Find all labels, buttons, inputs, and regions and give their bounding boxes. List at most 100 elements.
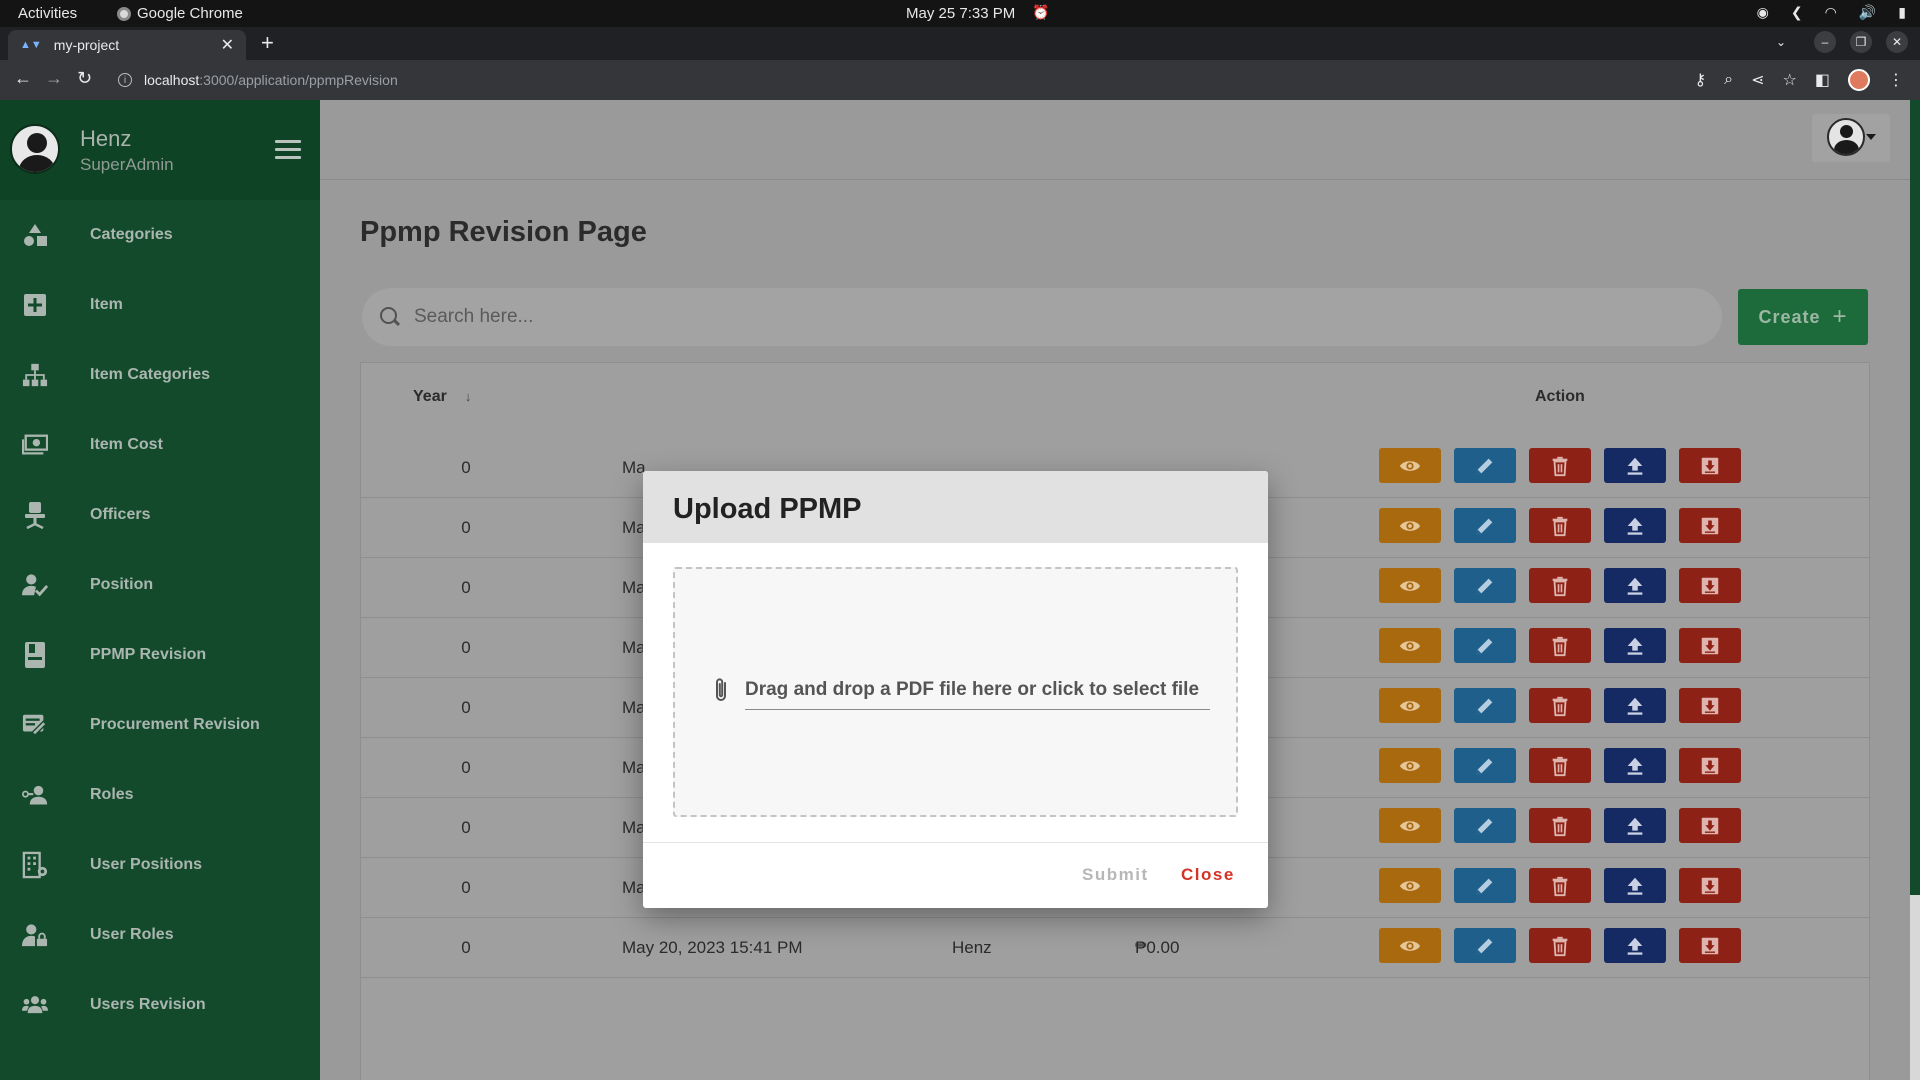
delete-button[interactable] xyxy=(1529,928,1591,963)
edit-button[interactable] xyxy=(1454,508,1516,543)
edit-button[interactable] xyxy=(1454,808,1516,843)
sidebar-item-user-positions[interactable]: User Positions xyxy=(0,830,320,900)
volume-icon[interactable]: 🔊 xyxy=(1859,4,1876,21)
column-header-year[interactable]: Year ↓ xyxy=(413,388,471,406)
edit-button[interactable] xyxy=(1454,568,1516,603)
view-button[interactable] xyxy=(1379,568,1441,603)
browser-tab[interactable]: ▲▼ my-project ✕ xyxy=(8,30,246,60)
key-icon[interactable]: ⚷ xyxy=(1694,70,1706,90)
upload-button[interactable] xyxy=(1604,448,1666,483)
download-button[interactable] xyxy=(1679,868,1741,903)
close-button[interactable]: Close xyxy=(1181,865,1235,885)
edit-button[interactable] xyxy=(1454,688,1516,723)
sidebar-item-officers[interactable]: Officers xyxy=(0,480,320,550)
upload-button[interactable] xyxy=(1604,688,1666,723)
delete-button[interactable] xyxy=(1529,748,1591,783)
view-button[interactable] xyxy=(1379,628,1441,663)
download-button[interactable] xyxy=(1679,508,1741,543)
upload-ppmp-modal: Upload PPMP Drag and drop a PDF file her… xyxy=(643,471,1268,908)
delete-button[interactable] xyxy=(1529,688,1591,723)
upload-button[interactable] xyxy=(1604,568,1666,603)
bookmark-star-icon[interactable]: ☆ xyxy=(1783,70,1797,90)
create-button[interactable]: Create + xyxy=(1738,289,1868,345)
edit-button[interactable] xyxy=(1454,748,1516,783)
upload-button[interactable] xyxy=(1604,748,1666,783)
more-menu-icon[interactable]: ⋮ xyxy=(1888,70,1904,90)
chevron-left-icon[interactable]: ❮ xyxy=(1791,4,1803,21)
tab-search-chevron-icon[interactable]: ⌄ xyxy=(1770,31,1792,53)
zoom-icon[interactable]: ⌕ xyxy=(1724,71,1733,89)
view-button[interactable] xyxy=(1379,808,1441,843)
sidebar-item-item-categories[interactable]: Item Categories xyxy=(0,340,320,410)
search-bar[interactable] xyxy=(362,288,1722,346)
download-button[interactable] xyxy=(1679,928,1741,963)
sidebar-item-users-revision[interactable]: Users Revision xyxy=(0,970,320,1040)
system-tray[interactable]: ◉ ❮ ◠ 🔊 ▮ xyxy=(1757,4,1906,21)
view-button[interactable] xyxy=(1379,508,1441,543)
delete-button[interactable] xyxy=(1529,508,1591,543)
battery-icon[interactable]: ▮ xyxy=(1898,4,1906,21)
upload-button[interactable] xyxy=(1604,808,1666,843)
delete-button[interactable] xyxy=(1529,808,1591,843)
submit-button[interactable]: Submit xyxy=(1082,865,1149,885)
profile-avatar[interactable] xyxy=(1848,69,1870,91)
activities-button[interactable]: Activities xyxy=(18,5,77,22)
address-bar[interactable]: i localhost:3000/application/ppmpRevisio… xyxy=(108,65,1668,95)
sidebar-item-item[interactable]: Item xyxy=(0,270,320,340)
view-button[interactable] xyxy=(1379,868,1441,903)
search-input[interactable] xyxy=(414,306,1694,328)
edit-button[interactable] xyxy=(1454,928,1516,963)
reload-icon[interactable]: ↻ xyxy=(77,68,92,89)
download-button[interactable] xyxy=(1679,448,1741,483)
sidebar-item-procurement-revision[interactable]: Procurement Revision xyxy=(0,690,320,760)
sidebar-item-item-cost[interactable]: Item Cost xyxy=(0,410,320,480)
upload-button[interactable] xyxy=(1604,628,1666,663)
delete-button[interactable] xyxy=(1529,448,1591,483)
sidebar-item-user-roles[interactable]: User Roles xyxy=(0,900,320,970)
download-button[interactable] xyxy=(1679,808,1741,843)
upload-button[interactable] xyxy=(1604,868,1666,903)
download-button[interactable] xyxy=(1679,628,1741,663)
delete-button[interactable] xyxy=(1529,628,1591,663)
chrome-icon xyxy=(117,6,131,21)
discord-icon[interactable]: ◉ xyxy=(1757,4,1769,21)
download-button[interactable] xyxy=(1679,748,1741,783)
clock[interactable]: May 25 7:33 PM xyxy=(906,5,1015,22)
sidebar-item-position[interactable]: Position xyxy=(0,550,320,620)
active-app-indicator[interactable]: Google Chrome xyxy=(117,5,243,22)
side-panel-icon[interactable]: ◧ xyxy=(1815,70,1830,90)
site-info-icon[interactable]: i xyxy=(118,73,132,87)
back-arrow-icon[interactable]: ← xyxy=(14,68,32,89)
delete-button[interactable] xyxy=(1529,568,1591,603)
hamburger-menu-icon[interactable] xyxy=(275,140,301,164)
view-button[interactable] xyxy=(1379,688,1441,723)
upload-button[interactable] xyxy=(1604,928,1666,963)
edit-button[interactable] xyxy=(1454,448,1516,483)
close-window-button[interactable]: ✕ xyxy=(1886,31,1908,53)
download-button[interactable] xyxy=(1679,688,1741,723)
minimize-button[interactable]: – xyxy=(1814,31,1836,53)
download-button[interactable] xyxy=(1679,568,1741,603)
sort-arrow-down-icon[interactable]: ↓ xyxy=(465,389,472,404)
sidebar-item-categories[interactable]: Categories xyxy=(0,200,320,270)
view-button[interactable] xyxy=(1379,748,1441,783)
edit-button[interactable] xyxy=(1454,628,1516,663)
close-tab-icon[interactable]: ✕ xyxy=(221,35,234,55)
header-user-avatar[interactable] xyxy=(1827,118,1865,156)
pdf-dropzone[interactable]: Drag and drop a PDF file here or click t… xyxy=(673,567,1238,817)
edit-button[interactable] xyxy=(1454,868,1516,903)
new-tab-button[interactable]: + xyxy=(261,30,274,56)
modal-title: Upload PPMP xyxy=(673,493,862,525)
view-button[interactable] xyxy=(1379,928,1441,963)
delete-button[interactable] xyxy=(1529,868,1591,903)
view-button[interactable] xyxy=(1379,448,1441,483)
sidebar-item-label: Item Categories xyxy=(90,366,211,383)
upload-button[interactable] xyxy=(1604,508,1666,543)
sidebar-item-ppmp-revision[interactable]: PPMP Revision xyxy=(0,620,320,690)
forward-arrow-icon[interactable]: → xyxy=(45,68,63,89)
wifi-icon[interactable]: ◠ xyxy=(1825,4,1837,21)
caret-down-icon[interactable] xyxy=(1866,134,1876,140)
share-icon[interactable]: ⋖ xyxy=(1751,70,1764,90)
maximize-button[interactable]: ❐ xyxy=(1850,31,1872,53)
sidebar-item-roles[interactable]: Roles xyxy=(0,760,320,830)
